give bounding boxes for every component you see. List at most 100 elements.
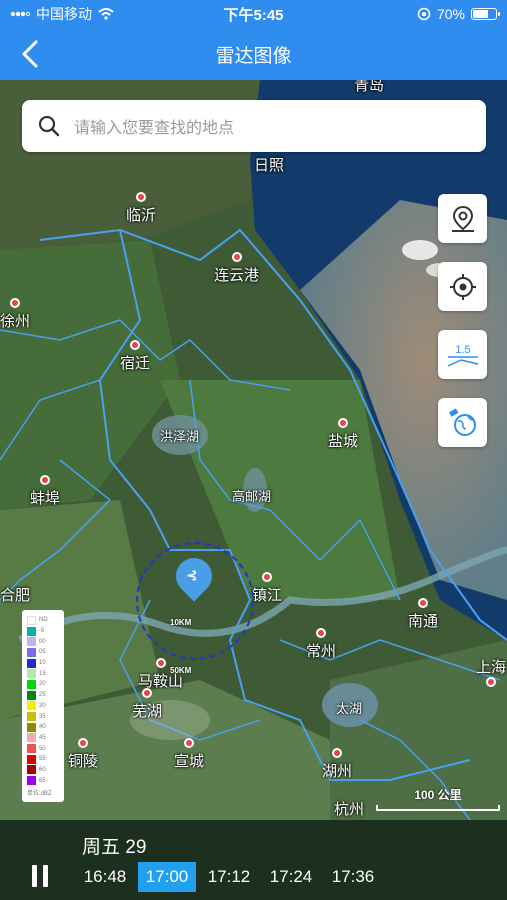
legend-value: 35 [39,713,46,720]
legend-swatch [27,637,36,647]
city-dot [316,628,326,638]
city-name: 日照 [254,157,285,174]
status-left: 中国移动 [10,4,180,24]
legend-swatch [27,701,36,711]
legend-row: 60 [27,765,60,776]
city-dot [486,677,496,687]
city-dot [40,475,50,485]
page-title: 雷达图像 [215,45,292,67]
city-name: 盐城 [328,433,359,450]
legend-row: 10 [27,658,60,669]
legend-row: 35 [27,711,60,722]
lake-name: 洪泽湖 [160,429,200,444]
signal-icon [10,11,30,17]
layer-height-button[interactable]: 1.5 [438,330,487,379]
timeline-time[interactable]: 17:24 [262,862,320,892]
legend-row: 65 [27,775,60,786]
city-name: 临沂 [126,207,157,224]
city-label: 镇江 [252,572,282,605]
lake-label: 洪泽湖 [160,426,199,445]
legend-row: 20 [27,679,60,690]
legend-value: 20 [39,681,46,688]
city-dot [155,658,166,668]
battery-icon [471,8,500,20]
radar-legend: ND -5 00 05 10 15 20 25 30 35 40 45 50 55 60 65 单位:dBZ [22,610,64,802]
legend-swatch [27,669,36,679]
legend-row: 05 [27,647,60,658]
city-label: 湖州 [322,748,352,781]
globe-satellite-icon [448,407,476,436]
legend-swatch [27,658,36,668]
legend-row: ND [27,615,60,626]
city-name: 连云港 [214,267,260,284]
legend-value: 50 [39,745,46,752]
legend-value: 55 [39,756,46,763]
legend-row: 00 [27,636,60,647]
location-pin-button[interactable] [438,194,487,243]
city-dot [130,340,140,350]
legend-value: -5 [39,628,45,635]
city-dot [338,418,348,428]
city-label: 连云港 [214,252,259,285]
city-name: 蚌埠 [30,490,61,507]
satellite-layer-button[interactable] [438,398,487,447]
legend-swatch [27,647,36,657]
city-name: 湖州 [322,763,353,780]
city-name: 上海 [476,659,507,676]
legend-value: 10 [39,660,46,667]
lake-name: 高邮湖 [232,489,272,504]
status-right: 70% [327,6,500,22]
back-button[interactable] [14,38,46,70]
timeline-time[interactable]: 17:00 [138,862,196,892]
city-dot [332,748,342,758]
city-label: 上海 [476,656,506,689]
legend-value: 15 [39,670,46,677]
chevron-left-icon [22,40,38,68]
city-name: 徐州 [0,313,31,330]
layer-height-label: 1.5 [455,344,470,356]
city-name: 南通 [408,613,439,630]
lake-label: 太湖 [336,698,362,717]
city-label: 芜湖 [132,688,162,721]
nav-bar: 雷达图像 [0,28,507,80]
timeline-day: 周五 29 [82,837,147,858]
legend-value: 45 [39,734,46,741]
search-bar[interactable]: 请输入您要查找的地点 [22,100,486,152]
legend-swatch [27,754,36,764]
battery-percent: 70% [436,6,465,22]
carrier-name: 中国移动 [36,6,92,22]
legend-row: 40 [27,722,60,733]
city-label: 临沂 [126,192,156,225]
orientation-lock-icon [417,7,431,21]
city-name: 宿迁 [120,355,151,372]
legend-row: -5 [27,626,60,637]
legend-swatch [27,679,36,689]
wifi-icon [98,8,114,20]
legend-swatch [27,690,36,700]
status-bar: 中国移动 下午5:45 70% [0,0,507,28]
radar-ring-label: 50KM [170,666,192,675]
city-label: 合肥 [0,584,30,605]
layer-1-5-icon: 1.5 [447,344,478,367]
legend-unit: 单位:dBZ [27,791,52,797]
city-name: 常州 [306,643,337,660]
city-label: 常州 [306,628,336,661]
pause-button[interactable] [24,860,56,892]
timeline-time[interactable]: 16:48 [76,862,134,892]
city-label: 宿迁 [120,340,150,373]
timeline-time[interactable]: 17:36 [324,862,382,892]
lake-label: 高邮湖 [232,486,271,505]
timeline-time[interactable]: 17:12 [200,862,258,892]
legend-swatch [27,712,36,722]
legend-value: 00 [39,638,46,645]
legend-row: 55 [27,754,60,765]
legend-value: 05 [39,649,46,656]
map-scale: 100 公里 [376,786,500,811]
legend-swatch [27,765,36,775]
city-label: 蚌埠 [30,475,60,508]
legend-value: 40 [39,724,46,731]
search-input[interactable]: 请输入您要查找的地点 [74,114,234,138]
radar-map[interactable]: 青岛 日照 临沂 连云港 宿迁 盐城 蚌埠 合肥 马鞍山 芜湖 铜陵 宣城 湖州… [0,80,507,820]
locate-button[interactable] [438,262,487,311]
city-dot [418,598,428,608]
